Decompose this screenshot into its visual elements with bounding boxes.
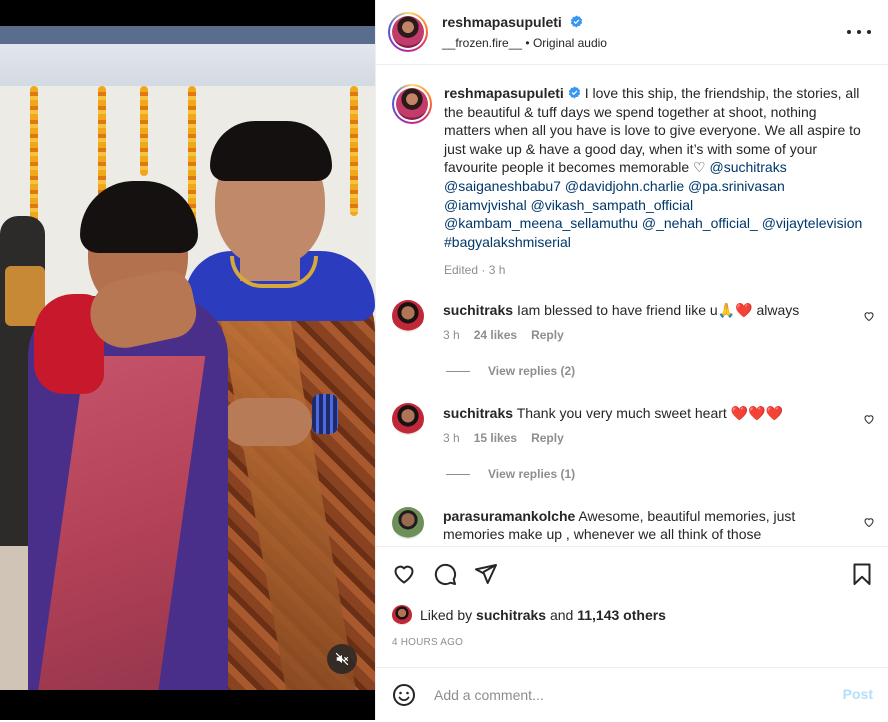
caption-body: I love this ship, the friendship, the st… [444, 85, 862, 250]
commenter-avatar[interactable] [392, 507, 424, 539]
comment-time: 3 h [443, 431, 460, 445]
liker-username[interactable]: suchitraks [476, 607, 546, 623]
heart-icon[interactable] [863, 413, 875, 425]
caption-mention[interactable]: @kambam_meena_sellamuthu [444, 215, 638, 231]
caption-text-segment: ♡ [693, 159, 710, 176]
heart-icon[interactable] [392, 562, 416, 586]
likes-count[interactable]: 11,143 others [577, 607, 666, 623]
post-side-panel: reshmapasupuleti __frozen.fire__ • Origi… [375, 0, 888, 720]
post-video[interactable] [0, 26, 375, 690]
comment-input[interactable] [432, 684, 816, 706]
comment-bubble-icon[interactable] [433, 562, 457, 586]
speaker-muted-icon [335, 652, 349, 666]
author-avatar[interactable] [388, 12, 428, 52]
likes-mid: and [546, 607, 578, 623]
comment-body: Thank you very much sweet heart ❤️❤️❤️ [516, 405, 783, 421]
caption-text: reshmapasupuleti I love this ship, the f… [444, 84, 864, 280]
caption-mention[interactable]: @pa.srinivasan [688, 178, 785, 194]
commenter-username[interactable]: suchitraks [443, 405, 513, 421]
commenter-avatar[interactable] [392, 300, 424, 332]
caption-mention[interactable]: @iamvjvishal [444, 197, 527, 213]
reply-button[interactable]: Reply [531, 431, 564, 445]
instagram-post-modal: reshmapasupuleti __frozen.fire__ • Origi… [0, 0, 888, 720]
caption-mention[interactable]: @davidjohn.charlie [565, 178, 684, 194]
post-actions: Liked by suchitraks and 11,143 others 4 … [376, 546, 888, 721]
bookmark-icon[interactable] [850, 562, 874, 586]
comment-likes[interactable]: 15 likes [474, 431, 517, 445]
verified-badge-icon [571, 15, 583, 28]
view-replies-button[interactable]: View replies (1) [446, 467, 575, 481]
audio-separator: • [522, 36, 533, 50]
caption-mention[interactable]: @_nehah_official_ [642, 215, 758, 231]
mute-toggle-button[interactable] [327, 644, 357, 674]
commenter-username[interactable]: parasuramankolche [443, 508, 575, 524]
likes-summary: Liked by suchitraks and 11,143 others [392, 603, 666, 627]
author-username[interactable]: reshmapasupuleti [442, 14, 562, 30]
comment-body: Iam blessed to have friend like u🙏❤️ alw… [516, 302, 800, 318]
post-header: reshmapasupuleti __frozen.fire__ • Origi… [376, 0, 888, 65]
heart-icon[interactable] [863, 516, 875, 528]
commenter-username[interactable]: suchitraks [443, 302, 513, 318]
comment-composer: Post [376, 667, 888, 722]
audio-label[interactable]: Original audio [533, 36, 607, 50]
paper-plane-icon[interactable] [474, 562, 498, 586]
comment-likes[interactable]: 24 likes [474, 328, 517, 342]
liker-avatar[interactable] [392, 605, 412, 625]
caption-mention[interactable]: @saiganeshbabu7 [444, 178, 561, 194]
caption-mention[interactable]: @suchitraks [709, 159, 786, 175]
caption-mention[interactable]: @vikash_sampath_official [531, 197, 694, 213]
caption-author-username[interactable]: reshmapasupuleti [444, 85, 564, 101]
post-timestamp[interactable]: 4 HOURS AGO [392, 637, 463, 648]
verified-badge-icon [568, 86, 581, 99]
view-replies-button[interactable]: View replies (2) [446, 364, 575, 378]
emoji-smile-icon[interactable] [392, 683, 416, 707]
caption-author-avatar[interactable] [392, 84, 432, 124]
post-media [0, 0, 375, 720]
post-comment-button[interactable]: Post [843, 686, 873, 702]
likes-prefix: Liked by [420, 607, 477, 623]
audio-username[interactable]: __frozen.fire__ [442, 36, 522, 50]
comments-list[interactable]: reshmapasupuleti I love this ship, the f… [376, 64, 888, 546]
more-options-icon[interactable] [847, 22, 871, 42]
caption-hashtag[interactable]: #bagyalakshmiserial [444, 234, 571, 250]
heart-icon[interactable] [863, 310, 875, 322]
caption-mention[interactable]: @vijaytelevision [762, 215, 863, 231]
comment-time: 3 h [443, 328, 460, 342]
caption-meta: Edited · 3 h [444, 263, 506, 278]
reply-button[interactable]: Reply [531, 328, 564, 342]
commenter-avatar[interactable] [392, 403, 424, 435]
